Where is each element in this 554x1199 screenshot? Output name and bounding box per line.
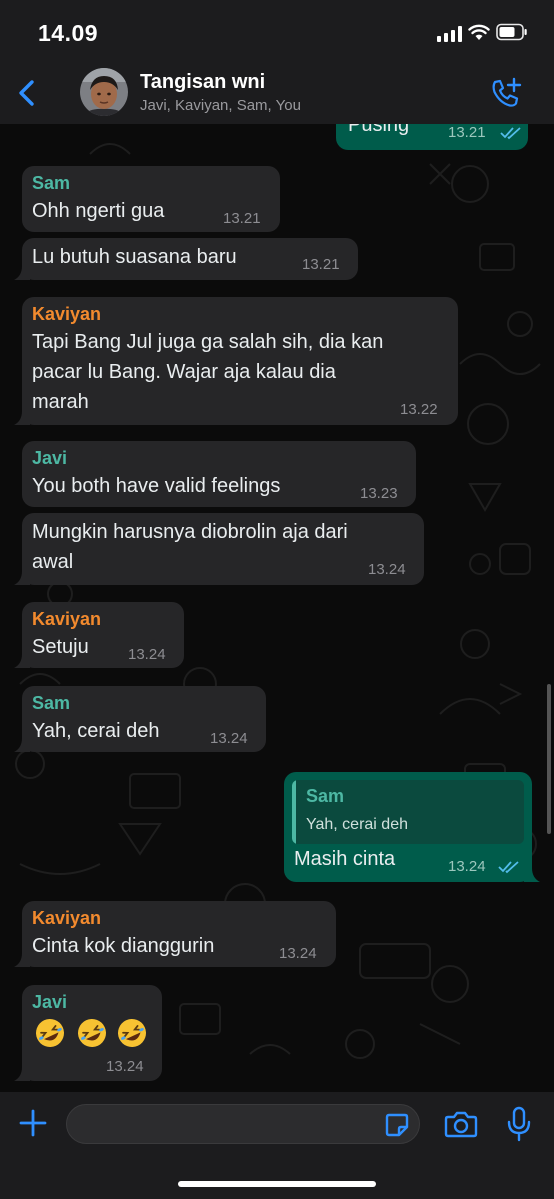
message-text: Masih cinta: [294, 848, 396, 870]
quoted-message[interactable]: Sam Yah, cerai deh: [292, 780, 524, 844]
rolling-on-floor-laughing-emoji: [118, 1019, 146, 1047]
incoming-message[interactable]: Javi 13.24: [14, 985, 162, 1081]
cellular-signal-icon: [437, 26, 463, 42]
message-input[interactable]: [66, 1104, 420, 1144]
message-text: Lu butuh suasana baru: [32, 246, 237, 268]
message-text-line: pacar lu Bang. Wajar aja kalau dia: [32, 361, 336, 383]
battery-icon: [496, 23, 527, 41]
scrollbar-thumb[interactable]: [547, 684, 551, 834]
message-text: Pusing: [348, 124, 410, 136]
message-text-line: Mungkin harusnya diobrolin aja dari: [32, 521, 348, 543]
microphone-icon[interactable]: [506, 1106, 532, 1142]
sender-name: Sam: [32, 173, 71, 193]
bubble-tail: [14, 266, 30, 280]
message-time: 13.21: [448, 124, 486, 141]
quoted-sender: Sam: [306, 786, 345, 806]
message-text: Setuju: [32, 636, 89, 658]
sender-name: Kaviyan: [32, 908, 102, 928]
incoming-message[interactable]: Mungkin harusnya diobrolin aja dari awal…: [14, 513, 424, 585]
home-indicator[interactable]: [178, 1181, 376, 1187]
message-time: 13.24: [368, 561, 406, 578]
message-input-bar: [0, 1092, 554, 1199]
read-receipt-icon: [498, 861, 519, 874]
sender-name: Javi: [32, 992, 68, 1012]
bubble-tail: [14, 571, 30, 585]
bubble-tail: [14, 738, 30, 752]
group-avatar[interactable]: [80, 68, 128, 116]
sticker-icon[interactable]: [384, 1112, 410, 1138]
message-time: 13.24: [448, 858, 486, 875]
quote-bar: [292, 780, 296, 844]
message-time: 13.23: [360, 485, 398, 502]
sender-name: Javi: [32, 448, 68, 468]
status-time: 14.09: [38, 20, 99, 46]
sender-name: Sam: [32, 693, 71, 713]
rolling-on-floor-laughing-emoji: [78, 1019, 106, 1047]
message-text-line: marah: [32, 391, 89, 413]
message-text: Cinta kok dianggurin: [32, 935, 215, 957]
camera-icon[interactable]: [444, 1109, 478, 1139]
message-time: 13.24: [106, 1058, 144, 1075]
bubble-tail: [14, 953, 30, 967]
message-text-line: Tapi Bang Jul juga ga salah sih, dia kan: [32, 331, 384, 353]
sender-name: Kaviyan: [32, 304, 102, 324]
incoming-message[interactable]: Sam Ohh ngerti gua 13.21: [22, 166, 280, 232]
plus-icon[interactable]: [18, 1108, 48, 1138]
add-call-icon[interactable]: [488, 76, 524, 110]
incoming-message[interactable]: Kaviyan Setuju 13.24: [14, 602, 184, 668]
bubble-tail: [14, 654, 30, 668]
message-text: You both have valid feelings: [32, 475, 281, 497]
outgoing-reply-message[interactable]: Sam Yah, cerai deh Masih cinta 13.24: [284, 772, 540, 882]
rolling-on-floor-laughing-emoji: [36, 1019, 64, 1047]
outgoing-message[interactable]: Pusing 13.21: [336, 124, 528, 150]
bubble-tail: [14, 1067, 30, 1081]
sender-name: Kaviyan: [32, 609, 102, 629]
chat-messages-area[interactable]: Pusing 13.21 Sam Ohh ngerti gua 13.21 Lu…: [0, 124, 554, 1092]
message-time: 13.21: [302, 256, 340, 273]
status-bar: 14.09: [0, 0, 554, 62]
bubble-tail: [14, 411, 30, 425]
message-time: 13.21: [223, 210, 261, 227]
wifi-icon: [468, 24, 490, 40]
message-time: 13.24: [210, 730, 248, 747]
incoming-message[interactable]: Sam Yah, cerai deh 13.24: [14, 686, 266, 752]
incoming-message[interactable]: Javi You both have valid feelings 13.23: [22, 441, 416, 507]
message-text-line: awal: [32, 551, 74, 573]
incoming-message[interactable]: Kaviyan Tapi Bang Jul juga ga salah sih,…: [14, 297, 458, 425]
message-time: 13.22: [400, 401, 438, 418]
quoted-text: Yah, cerai deh: [306, 816, 408, 833]
incoming-message[interactable]: Kaviyan Cinta kok dianggurin 13.24: [14, 901, 336, 967]
incoming-message[interactable]: Lu butuh suasana baru 13.21: [14, 238, 358, 280]
chat-title[interactable]: Tangisan wni: [140, 71, 265, 94]
chat-header: Tangisan wni Javi, Kaviyan, Sam, You: [0, 62, 554, 125]
back-button[interactable]: [12, 76, 42, 110]
chat-members[interactable]: Javi, Kaviyan, Sam, You: [140, 97, 301, 114]
message-text: Ohh ngerti gua: [32, 200, 165, 222]
message-text: Yah, cerai deh: [32, 720, 160, 742]
message-time: 13.24: [128, 646, 166, 663]
read-receipt-icon: [500, 127, 521, 140]
message-time: 13.24: [279, 945, 317, 962]
bubble-tail: [524, 868, 540, 882]
